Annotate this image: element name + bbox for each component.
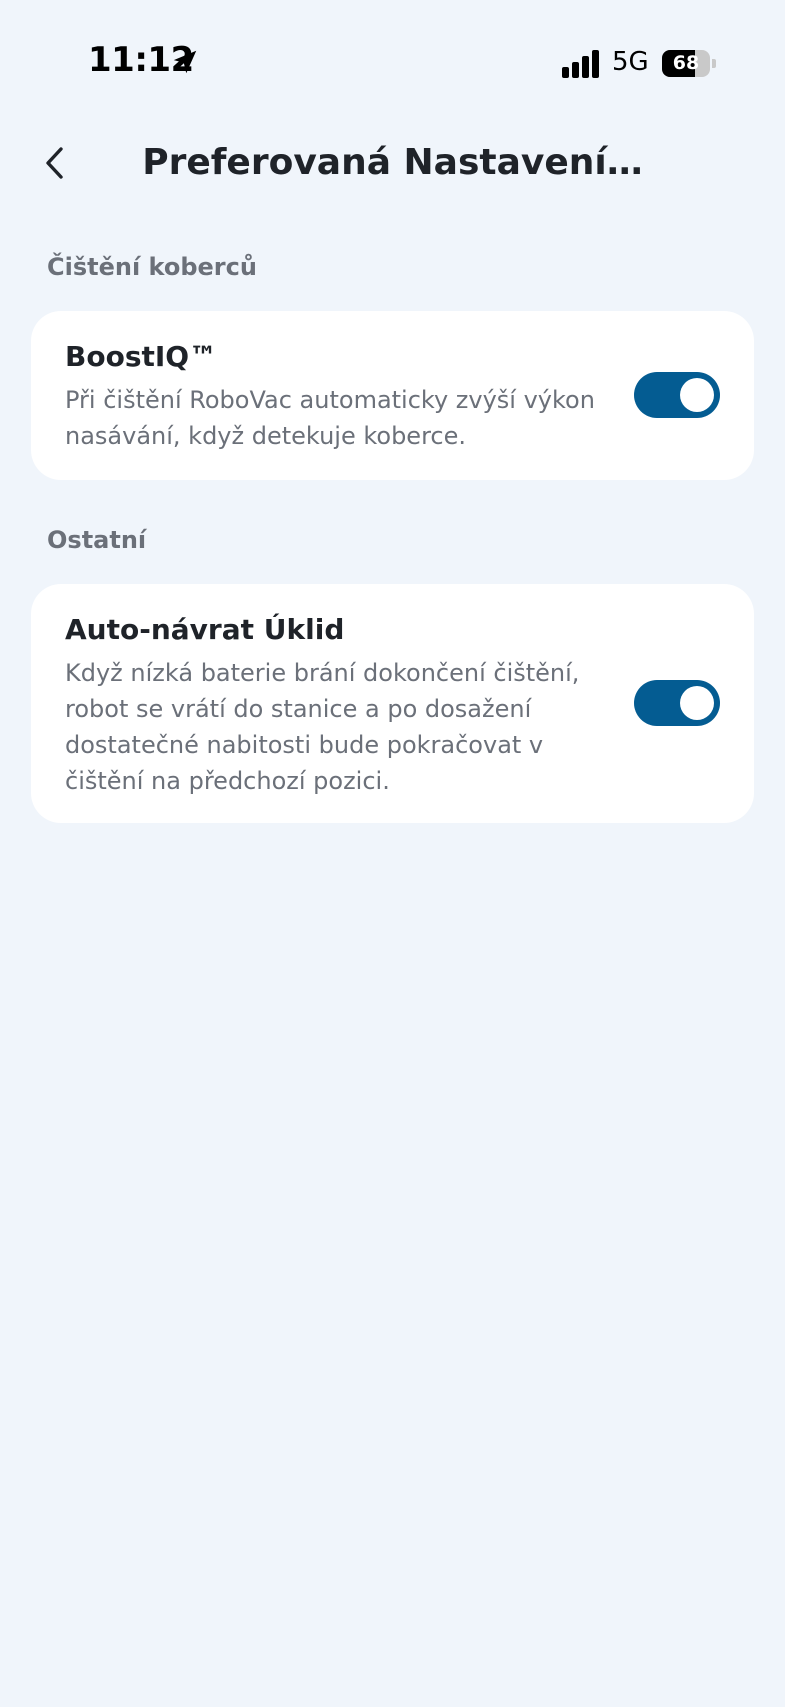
signal-bars-icon [562,50,599,78]
setting-title: Auto-návrat Úklid [65,613,345,646]
section-title-carpet-cleaning: Čištění koberců [47,253,257,281]
setting-card-auto-return: Auto-návrat Úklid Když nízká baterie brá… [31,584,754,823]
boostiq-toggle[interactable] [634,372,720,418]
network-label: 5G [612,47,649,77]
setting-title: BoostIQ™ [65,340,218,373]
battery-percent: 68 [672,52,700,74]
section-title-other: Ostatní [47,526,147,554]
toggle-knob [680,686,714,720]
toggle-knob [680,378,714,412]
location-arrow-icon [173,50,197,74]
status-bar: 11:12 5G 68 [0,0,785,110]
setting-description: Když nízká baterie brání dokončení čiště… [65,659,580,795]
back-button[interactable] [30,138,80,188]
header: Preferovaná Nastavení… [0,120,785,210]
setting-card-boostiq: BoostIQ™ Při čištění RoboVac automaticky… [31,311,754,480]
auto-return-toggle[interactable] [634,680,720,726]
setting-description: Při čištění RoboVac automaticky zvýší vý… [65,386,595,450]
page-title: Preferovaná Nastavení… [142,142,643,183]
chevron-left-icon [46,147,63,179]
battery-icon: 68 [662,50,716,77]
